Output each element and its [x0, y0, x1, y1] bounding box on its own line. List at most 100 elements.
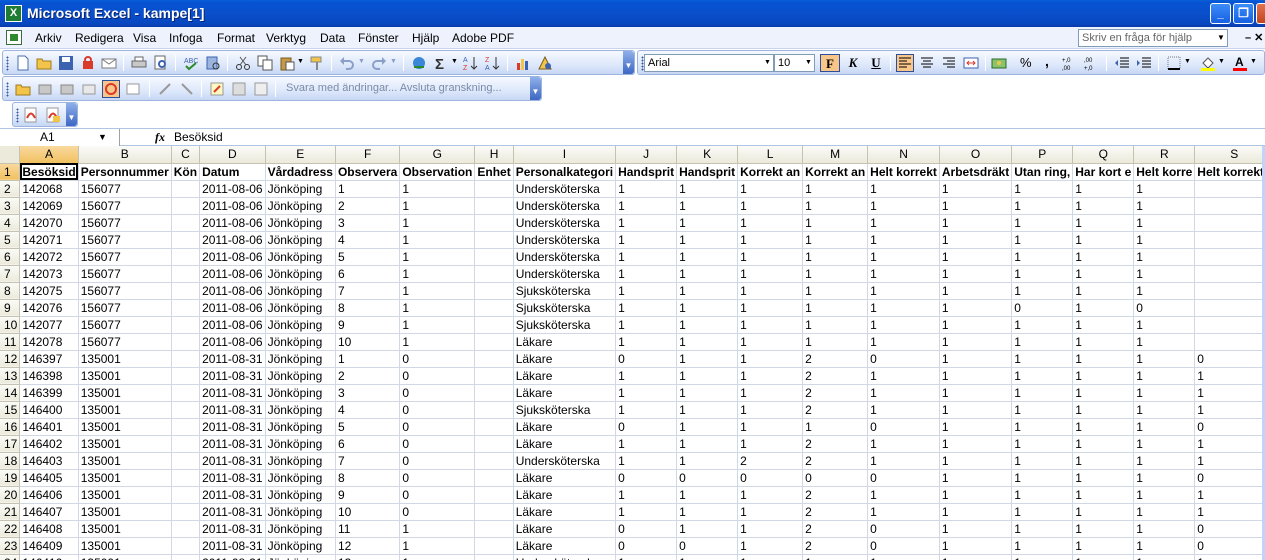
data-cell[interactable]: 12	[335, 537, 401, 555]
data-cell[interactable]: Jönköping	[265, 299, 336, 317]
data-cell[interactable]	[474, 520, 514, 538]
data-cell[interactable]: Läkare	[513, 469, 617, 487]
data-cell[interactable]: Jönköping	[265, 435, 336, 453]
data-cell[interactable]: 2011-08-06	[199, 180, 266, 198]
data-cell[interactable]: 3	[335, 384, 401, 402]
column-header-a[interactable]: A	[19, 146, 79, 164]
data-cell[interactable]: 1	[1011, 367, 1074, 385]
print-preview-icon[interactable]	[153, 55, 169, 71]
column-title-cell[interactable]: Utan ring,	[1011, 163, 1074, 181]
data-cell[interactable]: 142076	[19, 299, 79, 317]
italic-button[interactable]: K	[843, 54, 863, 72]
data-cell[interactable]: Läkare	[513, 435, 617, 453]
data-cell[interactable]: 1	[1072, 248, 1135, 266]
data-cell[interactable]: 10	[335, 333, 401, 351]
redo-dropdown[interactable]: ▼	[390, 58, 397, 65]
data-cell[interactable]: Jönköping	[265, 197, 336, 215]
data-cell[interactable]: 2011-08-06	[199, 299, 266, 317]
data-cell[interactable]: Undersköterska	[513, 231, 617, 249]
data-cell[interactable]: Sjuksköterska	[513, 401, 617, 419]
data-cell[interactable]: Jönköping	[265, 316, 336, 334]
data-cell[interactable]: 1	[737, 282, 804, 300]
data-cell[interactable]: 1	[802, 333, 869, 351]
data-cell[interactable]: 0	[867, 418, 940, 436]
data-cell[interactable]: 146403	[19, 452, 79, 470]
font-color-dropdown[interactable]: ▼	[1250, 58, 1257, 65]
data-cell[interactable]: 156077	[78, 299, 172, 317]
data-cell[interactable]: 1	[676, 503, 739, 521]
data-cell[interactable]: 6	[335, 265, 401, 283]
data-cell[interactable]: 1	[1133, 418, 1196, 436]
data-cell[interactable]: 1	[676, 435, 739, 453]
data-cell[interactable]: 146410	[19, 554, 79, 560]
data-cell[interactable]: 2011-08-06	[199, 282, 266, 300]
data-cell[interactable]: 0	[615, 520, 678, 538]
data-cell[interactable]: 1	[939, 452, 1013, 470]
data-cell[interactable]: 1	[737, 418, 804, 436]
data-cell[interactable]: 1	[1133, 486, 1196, 504]
data-cell[interactable]: 156077	[78, 231, 172, 249]
data-cell[interactable]: 1	[1133, 384, 1196, 402]
data-cell[interactable]: 1	[939, 282, 1013, 300]
data-cell[interactable]: 142073	[19, 265, 79, 283]
data-cell[interactable]: 1	[737, 350, 804, 368]
data-cell[interactable]: Läkare	[513, 537, 617, 555]
data-cell[interactable]: 1	[802, 180, 869, 198]
data-cell[interactable]: 1	[676, 418, 739, 436]
column-title-cell[interactable]: Korrekt an	[802, 163, 869, 181]
data-cell[interactable]: 1	[867, 282, 940, 300]
data-cell[interactable]: 0	[1194, 469, 1265, 487]
data-cell[interactable]: 0	[737, 469, 804, 487]
folder-icon[interactable]	[15, 81, 31, 97]
autosum-icon[interactable]: Σ	[433, 55, 449, 71]
data-cell[interactable]: 2011-08-06	[199, 316, 266, 334]
data-cell[interactable]: 1	[676, 520, 739, 538]
data-cell[interactable]: 1	[1011, 486, 1074, 504]
data-cell[interactable]: 1	[615, 384, 678, 402]
data-cell[interactable]: Läkare	[513, 520, 617, 538]
data-cell[interactable]: 1	[1011, 554, 1074, 560]
data-cell[interactable]: 1	[1011, 180, 1074, 198]
data-cell[interactable]: 135001	[78, 418, 172, 436]
data-cell[interactable]: 1	[1133, 350, 1196, 368]
data-cell[interactable]: 1	[1011, 537, 1074, 555]
data-cell[interactable]: 1	[1072, 282, 1135, 300]
data-cell[interactable]: 1	[867, 299, 940, 317]
data-cell[interactable]: 135001	[78, 401, 172, 419]
data-cell[interactable]: 1	[867, 452, 940, 470]
data-cell[interactable]: 156077	[78, 265, 172, 283]
data-cell[interactable]: 1	[615, 180, 678, 198]
data-cell[interactable]	[1194, 214, 1265, 232]
data-cell[interactable]: 135001	[78, 469, 172, 487]
data-cell[interactable]: 1	[399, 554, 476, 560]
data-cell[interactable]: 0	[399, 401, 476, 419]
data-cell[interactable]	[474, 333, 514, 351]
data-cell[interactable]: Läkare	[513, 418, 617, 436]
data-cell[interactable]: 1	[1072, 214, 1135, 232]
menu-arkiv[interactable]: Arkiv	[35, 31, 62, 45]
data-cell[interactable]: 1	[939, 248, 1013, 266]
maximize-button[interactable]: ❐	[1233, 3, 1254, 24]
data-cell[interactable]	[474, 554, 514, 560]
data-cell[interactable]: Sjuksköterska	[513, 316, 617, 334]
row-header[interactable]: 5	[0, 231, 21, 249]
data-cell[interactable]: 1	[867, 384, 940, 402]
redo-icon[interactable]	[371, 55, 387, 71]
data-cell[interactable]: 1	[399, 265, 476, 283]
data-cell[interactable]	[1194, 197, 1265, 215]
data-cell[interactable]: 2	[802, 435, 869, 453]
row-header[interactable]: 2	[0, 180, 21, 198]
data-cell[interactable]: Jönköping	[265, 418, 336, 436]
column-title-cell[interactable]: Arbetsdräkt	[939, 163, 1013, 181]
column-title-cell[interactable]: Handsprit	[676, 163, 739, 181]
data-cell[interactable]	[171, 418, 201, 436]
data-cell[interactable]: 1	[939, 180, 1013, 198]
toolbar-grip[interactable]	[6, 82, 9, 97]
align-left-icon[interactable]	[896, 54, 914, 72]
font-size-box[interactable]: 10 ▼	[774, 54, 815, 72]
data-cell[interactable]: 1	[939, 435, 1013, 453]
sort-ascending-icon[interactable]: AZ	[463, 55, 479, 71]
data-cell[interactable]: 1	[1133, 333, 1196, 351]
data-cell[interactable]: 1	[676, 486, 739, 504]
data-cell[interactable]: 1	[939, 554, 1013, 560]
